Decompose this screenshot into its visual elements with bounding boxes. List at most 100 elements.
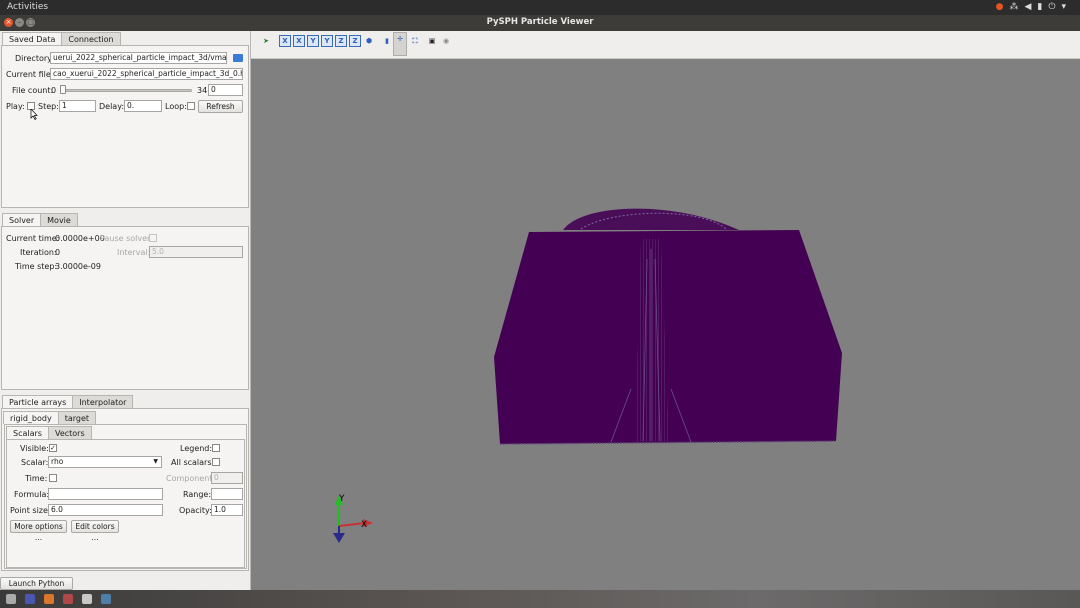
power-icon[interactable]: ⏻: [1048, 2, 1061, 12]
system-tray[interactable]: ●⁂◀▮⏻▾: [996, 2, 1072, 12]
folder-icon[interactable]: [233, 54, 243, 62]
view-y-icon[interactable]: X: [293, 35, 305, 47]
file-count-label: File count:: [12, 86, 54, 95]
launch-python-shell-button[interactable]: Launch Python Shell: [0, 577, 73, 599]
firefox-icon[interactable]: [44, 594, 54, 604]
iso-view-icon[interactable]: ⬢: [363, 35, 375, 47]
tab-rigid-body[interactable]: rigid_body: [3, 411, 59, 424]
current-file-input[interactable]: cao_xuerui_2022_spherical_particle_impac…: [50, 68, 243, 80]
viewer-toolbar: ➤ X X Y Y Z Z ⬢ ▮ ✛ ⛶ ▣ ◉: [251, 31, 1080, 59]
orientation-axes: Y X: [333, 494, 373, 543]
edit-colors-button[interactable]: Edit colors ...: [71, 520, 119, 542]
view-z-neg-icon[interactable]: Z: [349, 35, 361, 47]
tab-interpolator[interactable]: Interpolator: [72, 395, 134, 408]
range-input[interactable]: [211, 488, 243, 500]
directory-input[interactable]: uerui_2022_spherical_particle_impact_3d/…: [50, 52, 227, 64]
tab-connection[interactable]: Connection: [61, 32, 121, 45]
delay-input[interactable]: 0.: [124, 100, 162, 112]
file-count-min: 0: [51, 86, 57, 95]
tab-movie[interactable]: Movie: [40, 213, 78, 226]
tab-solver[interactable]: Solver: [2, 213, 42, 226]
time-checkbox[interactable]: [49, 474, 57, 482]
view-y-neg-icon[interactable]: Z: [335, 35, 347, 47]
taskbar: [0, 590, 1080, 608]
interval-label: Interval:: [117, 248, 151, 257]
saved-data-pane: Directory: uerui_2022_spherical_particle…: [1, 45, 249, 208]
step-label: Step:: [38, 102, 59, 111]
config-icon[interactable]: ▮: [381, 35, 393, 47]
volume-icon[interactable]: ◀: [1024, 2, 1037, 12]
axis-x-label: X: [361, 520, 367, 530]
file-count-max: 34: [197, 86, 208, 95]
system-top-bar: Activities ●⁂◀▮⏻▾: [0, 0, 1080, 15]
particle-dome: [563, 208, 739, 230]
scalar-select[interactable]: rho ▼: [48, 456, 162, 468]
refresh-button[interactable]: Refresh: [198, 100, 243, 113]
chevron-down-icon[interactable]: ▾: [1061, 2, 1072, 12]
component-input[interactable]: 0: [211, 472, 243, 484]
browser-icon[interactable]: [63, 594, 73, 604]
scalar-select-value: rho: [51, 457, 64, 466]
file-count-spinbox[interactable]: 0: [208, 84, 243, 96]
point-size-input[interactable]: 6.0: [48, 504, 163, 516]
step-input[interactable]: 1: [59, 100, 96, 112]
tab-particle-arrays[interactable]: Particle arrays: [2, 395, 74, 408]
range-label: Range:: [183, 490, 212, 499]
play-label: Play:: [6, 102, 25, 111]
opacity-input[interactable]: 1.0: [211, 504, 243, 516]
file-count-slider[interactable]: [60, 89, 192, 92]
activities-button[interactable]: Activities: [7, 2, 48, 12]
point-size-label: Point size:: [10, 506, 51, 515]
save-icon[interactable]: ▣: [426, 35, 438, 47]
all-scalars-checkbox[interactable]: [212, 458, 220, 466]
formula-input[interactable]: [48, 488, 163, 500]
scene-canvas[interactable]: Y X: [251, 59, 1080, 590]
tab-vectors[interactable]: Vectors: [47, 426, 92, 439]
tab-saved-data[interactable]: Saved Data: [2, 32, 63, 45]
time-step-label: Time step:: [15, 262, 58, 271]
visible-checkbox[interactable]: ✓: [49, 444, 57, 452]
mouse-cursor-icon: [30, 109, 38, 120]
network-icon[interactable]: ⁂: [1009, 2, 1024, 12]
more-options-button[interactable]: More options ...: [10, 520, 67, 542]
loop-checkbox[interactable]: [187, 102, 195, 110]
legend-checkbox[interactable]: [212, 444, 220, 452]
array-pane: Scalars Vectors Visible: ✓ Legend: Scala…: [4, 424, 247, 569]
run-icon[interactable]: ➤: [260, 35, 272, 47]
window-title-bar: × – □ PySPH Particle Viewer: [0, 15, 1080, 31]
iteration-label: Iteration:: [20, 248, 57, 257]
view-z-icon[interactable]: Y: [307, 35, 319, 47]
tab-scalars[interactable]: Scalars: [6, 426, 49, 439]
pick-icon[interactable]: ✛: [393, 32, 407, 56]
loop-label: Loop:: [165, 102, 187, 111]
terminal-icon[interactable]: [82, 594, 92, 604]
editor-icon[interactable]: [25, 594, 35, 604]
pysph-viewer-icon[interactable]: [101, 594, 111, 604]
particle-arrays-pane: rigid_body target Scalars Vectors Visibl…: [1, 408, 249, 571]
view-x-neg-icon[interactable]: Y: [321, 35, 333, 47]
time-step-value: 3.0000e-09: [55, 262, 101, 271]
scalars-pane: Visible: ✓ Legend: Scalar: rho ▼ All sca…: [6, 439, 245, 568]
legend-label: Legend:: [180, 444, 213, 453]
files-icon[interactable]: [6, 594, 16, 604]
chevron-down-icon: ▼: [153, 458, 158, 465]
fullscreen-icon[interactable]: ⛶: [409, 35, 421, 47]
battery-icon[interactable]: ▮: [1037, 2, 1048, 12]
scalar-label: Scalar:: [21, 458, 49, 467]
particle-block: [494, 230, 842, 444]
update-icon[interactable]: ●: [996, 2, 1010, 12]
interval-input[interactable]: 5.0: [149, 246, 243, 258]
current-file-label: Current file:: [6, 70, 54, 79]
scene-viewport[interactable]: Y X: [251, 59, 1080, 590]
current-time-value: 0.0000e+00: [55, 234, 105, 243]
tab-target[interactable]: target: [57, 411, 97, 424]
pause-solver-checkbox[interactable]: [149, 234, 157, 242]
current-time-label: Current time:: [6, 234, 60, 243]
pause-solver-label: Pause solver:: [100, 234, 153, 243]
record-icon[interactable]: ◉: [440, 35, 452, 47]
solver-pane: Current time: 0.0000e+00 Pause solver: I…: [1, 226, 249, 390]
file-count-slider-handle[interactable]: [60, 85, 66, 94]
directory-label: Directory:: [15, 54, 54, 63]
opacity-label: Opacity:: [179, 506, 212, 515]
view-x-icon[interactable]: X: [279, 35, 291, 47]
